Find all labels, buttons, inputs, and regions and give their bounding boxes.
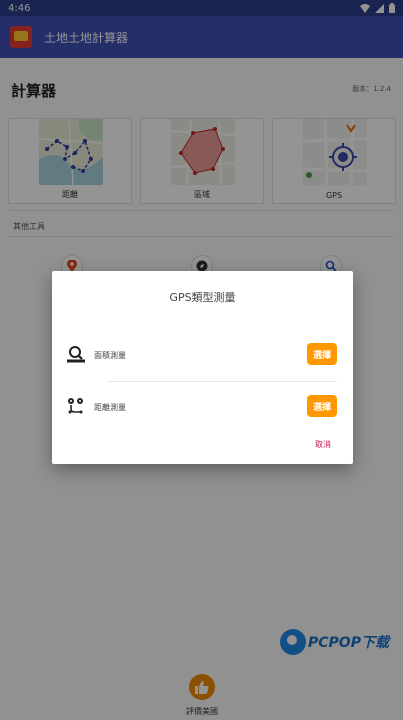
distance-measure-select-button[interactable]: 選擇 bbox=[307, 395, 337, 417]
dialog-title: GPS類型測量 bbox=[169, 291, 236, 304]
distance-measure-label: 距離測量 bbox=[94, 403, 126, 412]
area-measure-label: 面積測量 bbox=[94, 351, 126, 360]
distance-measure-icon bbox=[68, 398, 83, 414]
cancel-button[interactable]: 取消 bbox=[306, 437, 340, 451]
area-measure-select-button[interactable]: 選擇 bbox=[307, 343, 337, 365]
option-divider bbox=[107, 381, 337, 382]
area-measure-icon bbox=[67, 346, 85, 363]
gps-type-dialog: GPS類型測量 面積測量 選擇 距離測量 選擇 取消 bbox=[52, 271, 353, 464]
